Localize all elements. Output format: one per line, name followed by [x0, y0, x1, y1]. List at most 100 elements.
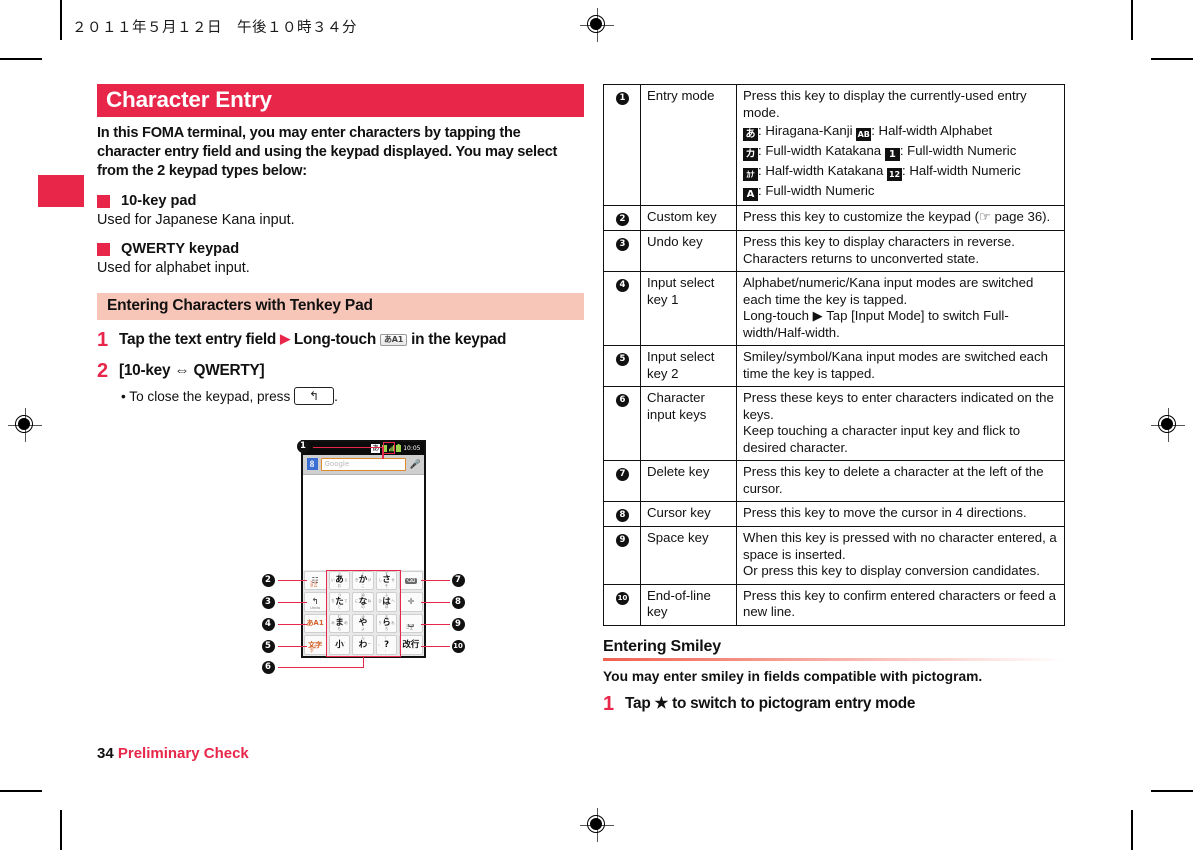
callout-number-badge: 10: [616, 591, 629, 605]
flick-right-label: せ: [391, 577, 395, 582]
ime-mode-label: : Half-width Katakana: [758, 163, 888, 178]
square-bullet-icon: [97, 242, 110, 256]
glyph-description-line: ｶﾅ: Half-width Katakana 12: Half-width N…: [743, 163, 1059, 181]
table-row: 2 Custom key Press this key to customize t…: [603, 205, 1065, 231]
leader-line-6-h: [277, 666, 364, 669]
row-number-cell: 4: [603, 271, 641, 346]
undo-key[interactable]: ↰ Undo: [303, 592, 327, 612]
keypad-row: ゛゜小んーわ！。、?: [328, 634, 399, 656]
row-key-name-cell: Entry mode: [640, 84, 737, 206]
signal-icon: [389, 445, 395, 452]
callout-number-badge: 9: [616, 534, 629, 547]
custom-key[interactable]: ☷ カスタム: [303, 570, 327, 591]
row-description-cell: Press this key to customize the keypad (…: [736, 205, 1065, 231]
flick-left-label: み: [331, 620, 335, 625]
input-select-key-2[interactable]: 文字 絵文字: [303, 635, 327, 655]
row-description-cell: Press this key to display the currently-…: [736, 84, 1065, 206]
step-1-pre: Tap the text entry field: [119, 331, 277, 349]
row-number-cell: 6: [603, 386, 641, 461]
character-input-key[interactable]: ゛゜小: [328, 635, 351, 655]
registration-mark-right: [1151, 408, 1185, 442]
leader-line-8: [420, 601, 450, 604]
description-line: Long-touch ▶ Tap [Input Mode] to switch …: [743, 308, 1009, 340]
character-input-key[interactable]: むみめもま: [328, 613, 351, 634]
leader-line-7: [420, 579, 450, 582]
ime-mode-glyph-icon: A: [743, 188, 758, 201]
page-footer: 34 Preliminary Check: [97, 745, 249, 762]
callout-8: 8: [451, 595, 465, 609]
search-input[interactable]: Google: [320, 457, 406, 471]
right-column: 1 Entry mode Press this key to display the…: [603, 84, 1065, 715]
description-line: Press this key to delete a character at …: [743, 464, 1044, 496]
phone-search-bar[interactable]: 8 Google 🎤: [302, 454, 424, 475]
callout-9: 9: [451, 617, 465, 631]
flick-right-label: へ: [391, 599, 395, 604]
end-of-line-key[interactable]: 改行: [399, 635, 423, 655]
row-number-cell: 1: [603, 84, 641, 206]
callout-7: 7: [451, 573, 465, 587]
description-line: Smiley/symbol/Kana input modes are switc…: [743, 349, 1048, 381]
bullet-qwerty-keypad-note: Used for alphabet input.: [97, 260, 250, 277]
character-input-key[interactable]: ぬにねのな: [352, 592, 374, 612]
heading-rule: [603, 657, 1065, 661]
flick-up-label: ふ: [384, 593, 389, 598]
subsection-heading-entering-smiley: Entering Smiley: [603, 637, 721, 655]
flick-down-label: も: [337, 626, 342, 631]
crop-mark-top-left-v: [60, 0, 62, 40]
smiley-note: You may enter smiley in fields compatibl…: [603, 668, 983, 684]
character-input-key[interactable]: くきけこか: [352, 570, 374, 591]
mic-icon[interactable]: 🎤: [410, 459, 421, 470]
flick-up-label: る: [384, 614, 389, 619]
character-input-key[interactable]: ゆよや: [352, 613, 374, 634]
registration-mark-bottom: [580, 808, 614, 842]
row-description-cell: Alphabet/numeric/Kana input modes are sw…: [736, 271, 1065, 346]
folio-number: 34: [97, 745, 114, 762]
ime-mode-label: : Half-width Numeric: [902, 163, 1021, 178]
row-description-cell: When this key is pressed with no charact…: [736, 526, 1065, 585]
leader-line-10: [420, 645, 450, 648]
character-input-key[interactable]: んーわ: [352, 635, 374, 655]
flick-left-label: ひ: [378, 599, 382, 604]
table-row: 6 Character input keys Press these keys to…: [603, 386, 1065, 461]
bullet-10-key-pad-note: Used for Japanese Kana input.: [97, 212, 295, 229]
input-select-key-1[interactable]: あA1: [303, 613, 327, 634]
flick-up-label: す: [384, 571, 389, 576]
row-key-name-cell: Undo key: [640, 230, 737, 272]
phone-content-area: [302, 474, 424, 570]
character-input-key[interactable]: ！。、?: [375, 635, 398, 655]
character-input-key[interactable]: ういえおあ: [328, 570, 351, 591]
table-row: 3 Undo key Press this key to display chara…: [603, 230, 1065, 272]
delete-key[interactable]: ⌫: [399, 570, 423, 591]
callout-5: 5: [261, 639, 275, 653]
undo-key-sublabel: Undo: [310, 604, 321, 610]
keypad-left-column: ☷ カスタム ↰ Undo あA1 文字 絵文字: [303, 570, 328, 656]
character-input-key[interactable]: るりれろら: [375, 613, 398, 634]
character-input-key[interactable]: すしせそさ: [375, 570, 398, 591]
callout-number-badge: 8: [616, 509, 629, 522]
flick-right-label: え: [344, 577, 348, 582]
ime-mode-glyph-icon: AB: [856, 128, 872, 141]
ime-mode-label: : Full-width Numeric: [758, 183, 875, 198]
space-key[interactable]: ␣ スペース: [399, 613, 423, 634]
flick-down-label: お: [337, 583, 342, 588]
key-center-label: 小: [335, 639, 344, 650]
leader-line-1: [312, 446, 384, 449]
phone-mockup: あ 10:05 8 Google 🎤 ☷ カスタム ↰ Undo あA1 文字 …: [300, 439, 426, 658]
crop-mark-bottom-right-h: [1151, 790, 1193, 792]
description-line: Press this key to display the currently-…: [743, 88, 1027, 120]
input-select-2-sublabel: 絵文字: [309, 644, 318, 653]
status-ime-indicator-icon: あ: [371, 443, 381, 453]
step-1-post: in the keypad: [411, 331, 507, 349]
smiley-step-1: 1 Tap ★ to switch to pictogram entry mod…: [603, 693, 1065, 715]
callout-number-badge: 6: [616, 394, 629, 407]
keypad-right-column: ⌫ ✛ ␣ スペース 改行: [398, 570, 423, 656]
input-select-1-label: あA1: [306, 619, 324, 628]
flick-up-label: ゆ: [361, 614, 365, 619]
character-input-key[interactable]: つちてとた: [328, 592, 351, 612]
cursor-key[interactable]: ✛: [399, 592, 423, 612]
row-number-cell: 8: [603, 501, 641, 527]
character-input-key[interactable]: ふひへほは: [375, 592, 398, 612]
callout-number-badge: 3: [616, 238, 629, 251]
square-bullet-icon: [97, 194, 110, 208]
ime-mode-glyph-icon: 12: [887, 168, 903, 181]
